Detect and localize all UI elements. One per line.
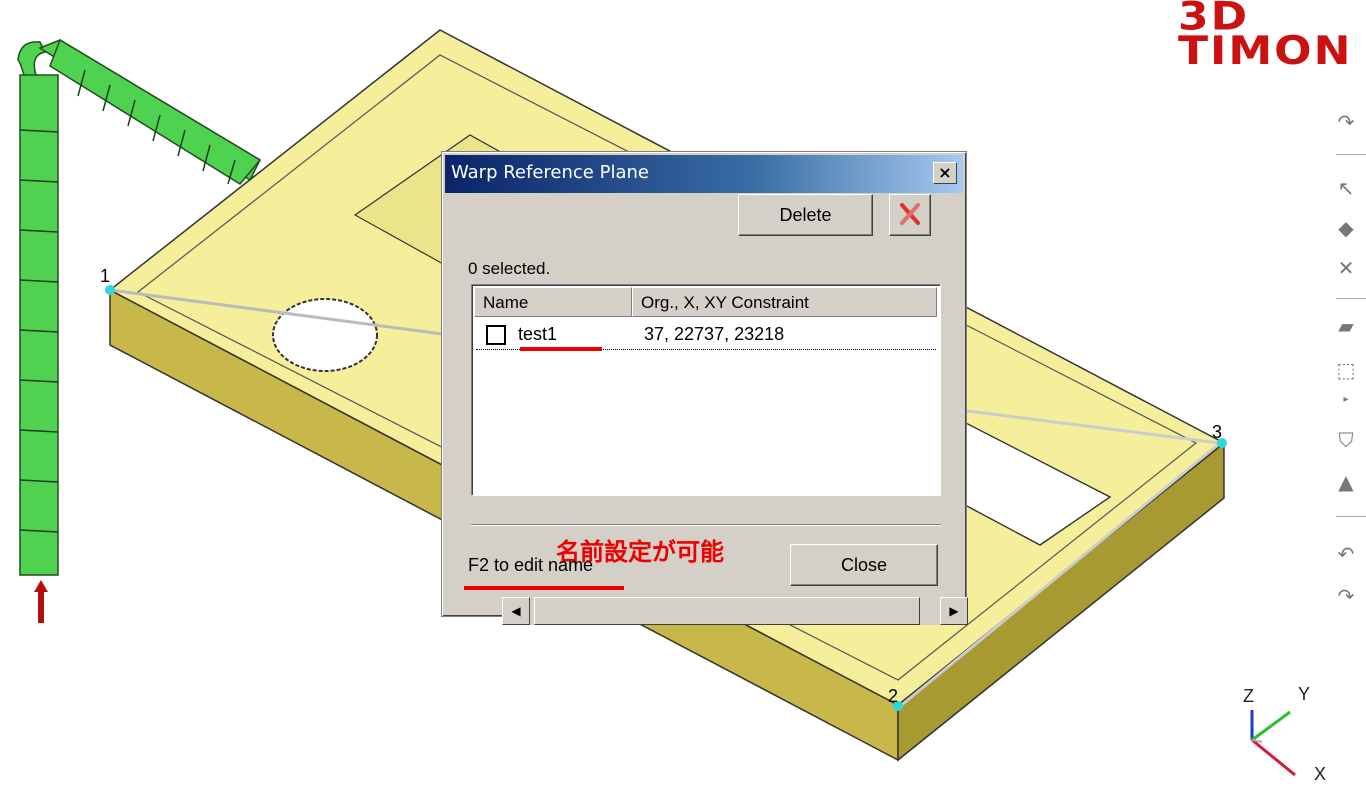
divider <box>471 524 941 526</box>
rotate-icon[interactable]: ↷ <box>1332 108 1360 136</box>
corner-label-1: 1 <box>100 266 110 286</box>
undo-icon[interactable]: ↶ <box>1332 540 1360 568</box>
select-icon[interactable]: ⬚ <box>1332 356 1360 384</box>
brand-logo: 3D TIMON <box>1178 0 1353 74</box>
axis-z-label: Z <box>1243 686 1254 706</box>
reference-plane-list[interactable]: Name Org., X, XY Constraint test1 37, 22… <box>471 284 968 625</box>
axis-y-label: Y <box>1298 684 1310 704</box>
hint-underline <box>464 586 624 590</box>
close-icon[interactable]: × <box>933 162 957 184</box>
annotation-underline <box>520 347 602 351</box>
right-toolbar: ↷ ↖ ◆ ✕ ▰ ⬚ ▸ ⛉ ▲ ↶ ↷ <box>1332 108 1366 618</box>
warp-reference-plane-dialog: Warp Reference Plane × 0 selected. Delet… <box>441 151 968 625</box>
column-header-constraint[interactable]: Org., X, XY Constraint <box>632 287 937 317</box>
scroll-right-icon[interactable]: ▶ <box>940 597 968 625</box>
list-row[interactable]: test1 37, 22737, 23218 <box>476 321 936 350</box>
pan-icon[interactable]: ↖ <box>1332 174 1360 202</box>
toolbar-separator <box>1336 298 1366 299</box>
close-button[interactable]: Close <box>790 544 938 586</box>
scroll-left-icon[interactable]: ◀ <box>502 597 530 625</box>
filter-icon[interactable]: ⛉ <box>1332 426 1360 454</box>
zoom-icon[interactable]: ◆ <box>1332 214 1360 242</box>
dialog-title: Warp Reference Plane <box>451 162 649 183</box>
cone-icon[interactable]: ▲ <box>1332 468 1360 496</box>
corner-label-2: 2 <box>888 686 898 706</box>
small-arrow-icon[interactable]: ▸ <box>1332 386 1360 414</box>
horizontal-scrollbar[interactable]: ◀ ▶ <box>502 597 968 625</box>
selection-status: 0 selected. <box>468 259 551 278</box>
toolbar-separator <box>1336 154 1366 155</box>
cross-icon[interactable]: ✕ <box>1332 254 1360 282</box>
redo-icon[interactable]: ↷ <box>1332 582 1360 610</box>
row-checkbox[interactable] <box>486 325 506 345</box>
red-x-icon <box>900 203 920 225</box>
column-header-name[interactable]: Name <box>474 287 632 317</box>
injection-arrow <box>34 580 48 592</box>
toolbar-separator <box>1336 516 1366 517</box>
dialog-titlebar[interactable]: Warp Reference Plane × <box>445 155 963 193</box>
scroll-thumb[interactable] <box>534 597 920 625</box>
axis-x-label: X <box>1314 764 1326 784</box>
corner-label-3: 3 <box>1212 422 1222 442</box>
row-name[interactable]: test1 <box>518 324 557 345</box>
plate-hole <box>272 298 378 372</box>
delete-button[interactable]: Delete <box>738 194 873 236</box>
box-icon[interactable]: ▰ <box>1332 312 1360 340</box>
delete-all-button[interactable] <box>889 194 931 236</box>
row-constraint: 37, 22737, 23218 <box>644 324 785 344</box>
edit-hint: F2 to edit name <box>468 555 594 575</box>
corner-point-1[interactable] <box>105 285 115 295</box>
axis-triad <box>1250 710 1296 777</box>
